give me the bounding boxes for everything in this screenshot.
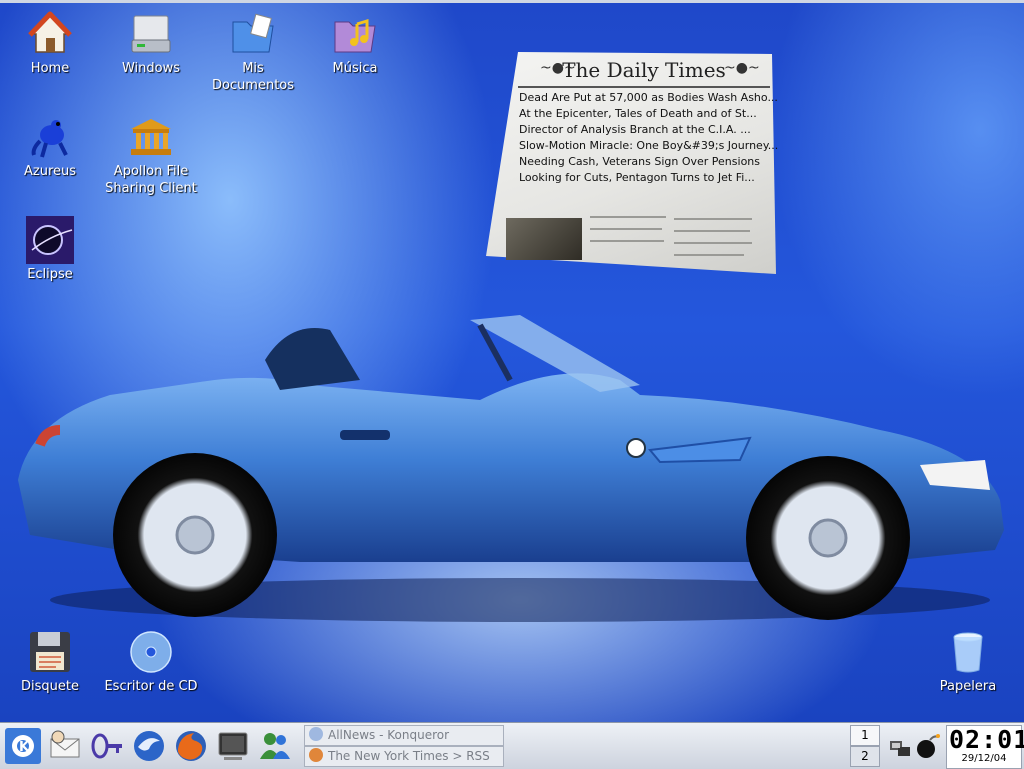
music-folder-icon <box>331 10 379 58</box>
terminal-icon <box>218 732 248 760</box>
kde-menu-button[interactable]: K <box>4 727 42 765</box>
newspaper-column-line <box>590 240 664 242</box>
desktop-icon-azureus[interactable]: Azureus <box>0 113 100 180</box>
desktop-icon-label: Eclipse <box>27 267 73 282</box>
desktop-icon-label: Papelera <box>939 679 997 694</box>
desktop-pager: 1 2 <box>850 725 880 767</box>
pager-desktop-1[interactable]: 1 <box>850 725 880 746</box>
launcher-terminal[interactable] <box>214 727 252 765</box>
apollon-temple-icon <box>127 113 175 161</box>
newspaper-column-line <box>590 228 662 230</box>
pager-desktop-2[interactable]: 2 <box>850 746 880 767</box>
headline-item[interactable]: Slow-Motion Miracle: One Boy&#39;s Journ… <box>519 138 781 154</box>
headline-item[interactable]: Dead Are Put at 57,000 as Bodies Wash As… <box>519 90 781 106</box>
cd-writer-icon <box>127 628 175 676</box>
title-rule <box>518 86 770 88</box>
kgpg-key-icon <box>91 733 122 759</box>
desktop-icon-escritor-de-cd[interactable]: Escritor de CD <box>101 628 201 695</box>
launcher-messenger[interactable] <box>256 727 294 765</box>
desktop-icon-windows[interactable]: Windows <box>101 10 201 77</box>
top-border <box>0 0 1024 3</box>
newspaper-title: The Daily Times <box>562 58 726 82</box>
konqueror-icon <box>309 727 323 741</box>
firefox-icon <box>176 731 206 761</box>
launcher-firefox[interactable] <box>172 727 210 765</box>
kde-menu-icon: K <box>5 728 41 764</box>
svg-text:K: K <box>19 740 30 755</box>
system-tray <box>886 727 942 765</box>
desktop-icon-label: Home <box>30 61 70 76</box>
desktop: Home Windows Mis Documentos Música Azure… <box>0 0 1024 722</box>
clock-date: 29/12/04 <box>961 753 1007 764</box>
launcher-kgpg[interactable] <box>88 727 126 765</box>
documents-folder-icon <box>229 10 277 58</box>
bomb-icon[interactable] <box>917 734 940 758</box>
desktop-icon-label: Música <box>332 61 378 76</box>
launcher-kmail[interactable] <box>46 727 84 765</box>
newsticker-widget[interactable]: ~●~ The Daily Times ~●~ Dead Are Put at … <box>486 52 778 274</box>
eclipse-icon <box>26 216 74 264</box>
wallpaper-car <box>0 300 1024 630</box>
desktop-icon-label: Azureus <box>23 164 77 179</box>
task-allnews-konqueror[interactable]: AllNews - Konqueror <box>304 725 504 746</box>
desktop-icon-papelera[interactable]: Papelera <box>918 628 1018 695</box>
window-list: AllNews - Konqueror The New York Times >… <box>304 725 504 767</box>
desktop-icon-apollon[interactable]: Apollon File Sharing Client <box>101 113 201 197</box>
messenger-icon <box>260 733 290 759</box>
desktop-icon-label: Windows <box>121 61 181 76</box>
hard-drive-icon <box>127 10 175 58</box>
azureus-frog-icon <box>26 113 74 161</box>
newspaper-column-line <box>674 230 750 232</box>
desktop-icon-label: Disquete <box>21 679 79 694</box>
newspaper-photo <box>506 218 582 260</box>
network-icon[interactable] <box>890 741 910 756</box>
ornament-icon: ~●~ <box>724 60 760 76</box>
headline-item[interactable]: Looking for Cuts, Pentagon Turns to Jet … <box>519 170 781 186</box>
desktop-icon-home[interactable]: Home <box>0 10 100 77</box>
newspaper-column-line <box>674 242 752 244</box>
firefox-small-icon <box>309 748 323 762</box>
task-nytimes-rss[interactable]: The New York Times > RSS <box>304 746 504 767</box>
desktop-icon-eclipse[interactable]: Eclipse <box>0 216 100 283</box>
newspaper-column-line <box>674 254 744 256</box>
newspaper-column-line <box>674 218 752 220</box>
thunderbird-icon <box>134 731 164 761</box>
headline-item[interactable]: Director of Analysis Branch at the C.I.A… <box>519 122 781 138</box>
floppy-disk-icon <box>26 628 74 676</box>
launcher-thunderbird[interactable] <box>130 727 168 765</box>
desktop-icon-label: Apollon File Sharing Client <box>105 164 197 196</box>
home-folder-icon <box>26 10 74 58</box>
task-label: The New York Times > RSS <box>328 749 490 763</box>
trash-icon <box>944 628 992 676</box>
desktop-icon-musica[interactable]: Música <box>305 10 405 77</box>
desktop-icon-mis-documentos[interactable]: Mis Documentos <box>203 10 303 94</box>
headline-item[interactable]: Needing Cash, Veterans Sign Over Pension… <box>519 154 781 170</box>
clock[interactable]: 02:01 29/12/04 <box>946 725 1024 769</box>
desktop-icon-disquete[interactable]: Disquete <box>0 628 100 695</box>
headline-item[interactable]: At the Epicenter, Tales of Death and of … <box>519 106 781 122</box>
headline-list: Dead Are Put at 57,000 as Bodies Wash As… <box>519 90 781 186</box>
newspaper-column-line <box>590 216 666 218</box>
desktop-icon-label: Escritor de CD <box>104 679 198 694</box>
desktop-icon-label: Mis Documentos <box>211 61 295 93</box>
clock-time: 02:01 <box>949 725 1024 754</box>
taskbar: K AllNews - Konqueror The New York Times… <box>0 722 1024 769</box>
kmail-icon <box>50 730 80 758</box>
task-label: AllNews - Konqueror <box>328 728 450 742</box>
